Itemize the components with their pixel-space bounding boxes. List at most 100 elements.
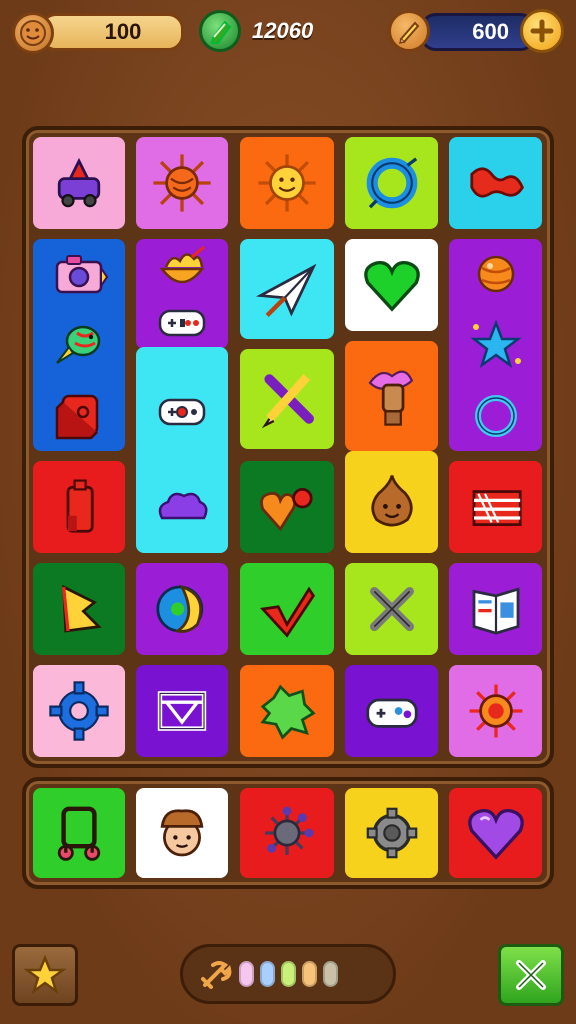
tray-slot-1[interactable] [33, 788, 125, 878]
yellow-flag-icon [61, 584, 102, 633]
gamepad-icon [158, 309, 206, 337]
tile-onion-face[interactable] [345, 451, 438, 553]
tile-red-battery[interactable] [33, 461, 125, 553]
booster-dot-1 [239, 961, 254, 987]
tile-sun[interactable] [136, 137, 228, 229]
tray-slot-5[interactable] [449, 788, 542, 878]
onion-face-icon [370, 475, 413, 527]
star-icon [24, 954, 66, 995]
book-icon [472, 587, 519, 635]
gem-icon [199, 10, 241, 52]
paint-hand-icon [368, 370, 413, 426]
star-icon [469, 319, 522, 369]
tile-gear[interactable] [33, 665, 125, 757]
stack-item-fish[interactable] [44, 315, 114, 375]
wrench-icon[interactable] [199, 957, 233, 991]
tile-green-heart[interactable] [345, 239, 438, 331]
tile-paint-hand[interactable] [345, 341, 438, 451]
tile-blue-ring[interactable] [345, 137, 438, 229]
tile-gamepad[interactable] [345, 665, 438, 757]
stack-item-cloud[interactable] [147, 476, 217, 536]
flag-icon [472, 490, 522, 526]
stack-blue [33, 239, 125, 451]
stack-item-taco[interactable] [147, 239, 217, 295]
crossed-pencil-icon [261, 374, 314, 429]
tile-crossed-pencil[interactable] [240, 349, 334, 449]
car-icon [57, 157, 101, 208]
booster-dot-4 [302, 961, 317, 987]
tile-frame[interactable] [136, 665, 228, 757]
chef-face-icon [160, 809, 204, 857]
smiling-sun-icon [258, 154, 316, 212]
stack-item-dice[interactable] [44, 386, 114, 446]
tile-red-ribbon[interactable] [449, 137, 542, 229]
star-button[interactable] [12, 944, 78, 1006]
gem-count: 12060 [252, 18, 314, 43]
tray-slot-4[interactable] [345, 788, 438, 878]
gamepad-icon [158, 398, 206, 426]
stack-item-planet[interactable] [461, 244, 531, 304]
pencil-count: 600 [472, 19, 509, 44]
red-check-icon [260, 586, 316, 638]
taco-icon [159, 245, 205, 284]
close-button[interactable] [498, 944, 564, 1006]
plus-icon [530, 19, 554, 43]
tile-moon-globe[interactable] [136, 563, 228, 655]
add-pencils-button[interactable] [520, 9, 564, 53]
tile-orange-heart[interactable] [240, 461, 334, 553]
tile-bones[interactable] [345, 563, 438, 655]
ring-icon [474, 394, 517, 437]
stack-purple-left [136, 239, 228, 349]
booster-dot-2 [260, 961, 275, 987]
red-ribbon-icon [469, 167, 524, 198]
tile-red-check[interactable] [240, 563, 334, 655]
close-icon [516, 960, 546, 990]
booster-dot-3 [281, 961, 296, 987]
purple-heart-icon [467, 809, 524, 860]
pencil-counter: 600 [420, 13, 536, 51]
mirror-icon [57, 806, 101, 861]
booster-dot-5 [323, 961, 338, 987]
green-heart-icon [363, 261, 420, 312]
flower-icon [469, 684, 522, 738]
stack-item-star[interactable] [461, 315, 531, 375]
tile-book[interactable] [449, 563, 542, 655]
tile-flower[interactable] [449, 665, 542, 757]
frame-icon [157, 691, 207, 731]
orange-heart-icon [260, 488, 313, 532]
tile-yellow-flag[interactable] [33, 563, 125, 655]
cookie-counter: 100 [40, 13, 184, 51]
wheel-icon [366, 807, 417, 859]
cookie-count: 100 [104, 19, 142, 44]
bones-icon [369, 587, 414, 631]
camera-icon [55, 255, 109, 294]
booster-bar [180, 944, 396, 1004]
stack-purple-right [449, 239, 542, 451]
tray-slot-3[interactable] [240, 788, 334, 878]
tile-paper-plane[interactable] [240, 239, 334, 339]
cloud-icon [158, 492, 208, 520]
blue-ring-icon [366, 157, 417, 209]
tile-leaf[interactable] [240, 665, 334, 757]
tile-car[interactable] [33, 137, 125, 229]
dice-icon [55, 394, 99, 439]
tile-smiling-sun[interactable] [240, 137, 334, 229]
virus-icon [265, 806, 314, 855]
stack-item-gamepad-2[interactable] [147, 382, 217, 442]
gear-icon [49, 681, 109, 741]
paper-plane-icon [255, 263, 317, 317]
cookie-icon [12, 12, 54, 54]
stack-item-camera[interactable] [44, 244, 114, 304]
fish-icon [56, 325, 101, 364]
top-bar: 100 12060 600 [0, 0, 576, 64]
moon-globe-icon [156, 584, 204, 633]
stack-item-gamepad[interactable] [147, 295, 217, 351]
tile-flag[interactable] [449, 461, 542, 553]
planet-icon [477, 256, 514, 293]
tray-slot-2[interactable] [136, 788, 228, 878]
leaf-icon [260, 684, 316, 740]
red-battery-icon [66, 479, 94, 533]
sun-icon [153, 154, 211, 212]
pencil-icon [388, 10, 430, 52]
stack-item-ring[interactable] [461, 386, 531, 446]
